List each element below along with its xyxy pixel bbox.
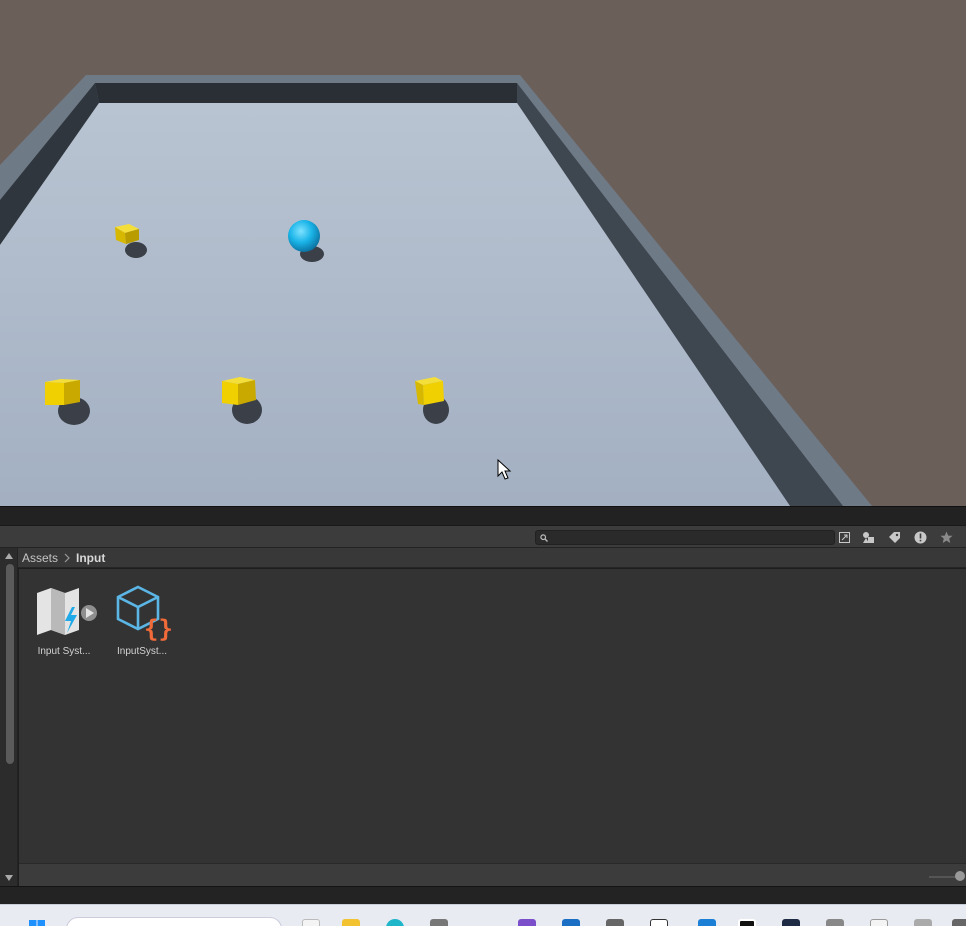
open-in-window-icon[interactable] xyxy=(834,529,854,546)
wall-back-inner xyxy=(95,83,517,103)
favorite-star-icon[interactable] xyxy=(936,529,956,546)
svg-text:{}: {} xyxy=(144,615,173,641)
asset-label: Input Syst... xyxy=(37,646,91,657)
breadcrumb-current[interactable]: Input xyxy=(76,551,105,565)
edge-browser-icon[interactable] xyxy=(386,919,404,926)
folder-icon[interactable] xyxy=(342,919,360,926)
folder-tree-scrollbar[interactable] xyxy=(0,548,18,886)
input-actions-map-icon xyxy=(29,583,99,643)
scroll-down-icon[interactable] xyxy=(5,874,13,882)
shadow xyxy=(125,242,147,258)
breadcrumb: Assets Input xyxy=(18,548,966,568)
panel-tab-strip xyxy=(0,506,966,526)
vscode-icon[interactable] xyxy=(698,919,716,926)
file-icon[interactable] xyxy=(302,919,320,926)
asset-label: InputSyst... xyxy=(116,646,168,657)
scroll-up-icon[interactable] xyxy=(5,552,13,560)
notepad-icon[interactable] xyxy=(870,919,888,926)
app-icon[interactable] xyxy=(914,919,932,926)
cube-pickup-4[interactable] xyxy=(415,377,444,405)
chevron-right-icon xyxy=(64,553,70,562)
app-icon[interactable] xyxy=(562,919,580,926)
sphere-player[interactable] xyxy=(288,220,320,252)
unity-hub-icon[interactable] xyxy=(650,919,668,926)
warning-filter-icon[interactable] xyxy=(910,529,930,546)
filter-by-type-icon[interactable] xyxy=(858,529,878,546)
cube-pickup-2[interactable] xyxy=(45,379,80,405)
visual-studio-icon[interactable] xyxy=(518,919,536,926)
breadcrumb-root[interactable]: Assets xyxy=(22,551,58,565)
os-taskbar xyxy=(0,904,966,926)
scrollbar-thumb[interactable] xyxy=(6,564,14,764)
asset-item[interactable]: {} InputSyst... xyxy=(107,583,177,667)
search-input[interactable] xyxy=(535,530,835,545)
app-icon[interactable] xyxy=(826,919,844,926)
asset-item[interactable]: Input Syst... xyxy=(29,583,99,667)
mouse-cursor-icon xyxy=(497,459,512,480)
scene-view[interactable] xyxy=(0,0,966,506)
project-footer xyxy=(19,863,966,886)
csharp-script-icon: {} xyxy=(107,583,177,643)
project-toolbar xyxy=(0,526,966,548)
windows-start-icon[interactable] xyxy=(28,919,46,926)
taskbar-search[interactable] xyxy=(66,917,282,926)
app-icon[interactable] xyxy=(606,919,624,926)
app-icon[interactable] xyxy=(952,919,966,926)
filter-by-label-icon[interactable] xyxy=(884,529,904,546)
unity-editor-icon[interactable] xyxy=(738,919,756,926)
settings-icon[interactable] xyxy=(430,919,448,926)
scene-canvas[interactable] xyxy=(0,0,966,506)
icon-size-slider-knob[interactable] xyxy=(955,871,965,881)
status-bar xyxy=(0,886,966,904)
cube-pickup-3[interactable] xyxy=(222,377,256,405)
asset-grid: Input Syst... {} InputSyst... xyxy=(19,569,966,863)
app-icon[interactable] xyxy=(782,919,800,926)
search-icon xyxy=(540,534,548,542)
